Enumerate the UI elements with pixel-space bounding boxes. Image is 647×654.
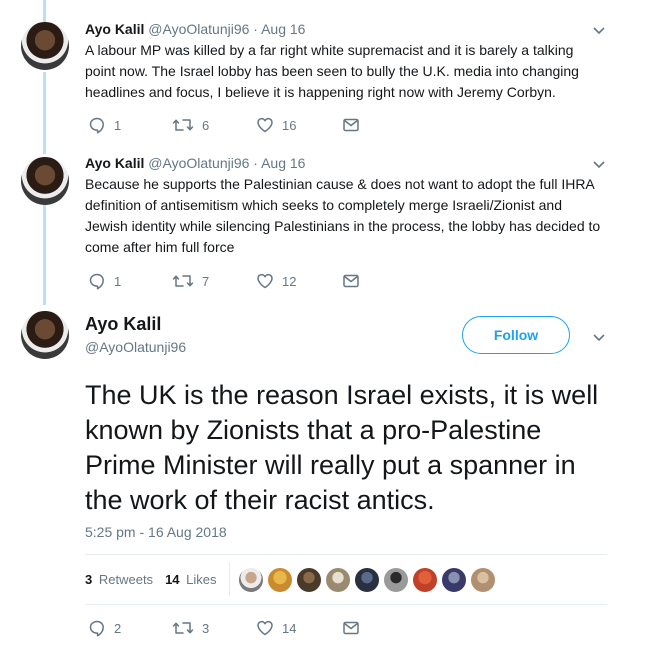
thread-tweet[interactable]: Ayo Kalil @AyoOlatunji96 · Aug 16 A labo… (0, 0, 647, 150)
dm-button[interactable] (342, 619, 360, 637)
tweet-stats: 3 Retweets 14 Likes (85, 572, 217, 587)
reply-count: 1 (114, 117, 122, 133)
retweet-button[interactable]: 7 (172, 272, 256, 290)
tweet-date[interactable]: · Aug 16 (253, 155, 305, 171)
like-icon (257, 273, 273, 289)
tweet-timestamp[interactable]: 5:25 pm - 16 Aug 2018 (85, 524, 227, 540)
liker-avatar[interactable] (470, 567, 496, 593)
chevron-down-icon[interactable] (591, 329, 607, 345)
author-name[interactable]: Ayo Kalil (85, 21, 144, 37)
tweet-text: Because he supports the Palestinian caus… (85, 176, 601, 255)
liker-avatar[interactable] (383, 567, 409, 593)
retweets-stat-count: 3 (85, 572, 93, 587)
dm-icon (343, 118, 359, 132)
like-count: 14 (282, 620, 297, 636)
retweet-count: 7 (202, 273, 210, 289)
like-icon (257, 620, 273, 636)
dm-button[interactable] (342, 116, 360, 134)
thread-tweet[interactable]: Ayo Kalil @AyoOlatunji96 · Aug 16 Becaus… (0, 150, 647, 300)
chevron-down-icon[interactable] (591, 156, 607, 172)
author-handle[interactable]: @AyoOlatunji96 (148, 21, 249, 37)
retweets-stat[interactable]: 3 Retweets (85, 572, 153, 587)
liker-avatar[interactable] (267, 567, 293, 593)
likes-stat-label: Likes (186, 572, 217, 587)
retweet-button[interactable]: 3 (172, 619, 256, 637)
like-count: 16 (282, 117, 297, 133)
likes-stat[interactable]: 14 Likes (165, 572, 216, 587)
reply-icon (89, 273, 104, 290)
chevron-down-icon[interactable] (591, 22, 607, 38)
reply-count: 1 (114, 273, 122, 289)
like-button[interactable]: 16 (256, 116, 342, 134)
liker-avatar[interactable] (441, 567, 467, 593)
retweet-icon (172, 275, 194, 287)
liker-avatar[interactable] (325, 567, 351, 593)
reply-icon (89, 117, 104, 134)
tweet-text: A labour MP was killed by a far right wh… (85, 42, 579, 100)
liker-avatar[interactable] (296, 567, 322, 593)
avatar[interactable] (21, 22, 69, 70)
divider (85, 554, 607, 555)
follow-button[interactable]: Follow (462, 316, 570, 354)
like-button[interactable]: 14 (256, 619, 342, 637)
author-handle[interactable]: @AyoOlatunji96 (148, 155, 249, 171)
dm-icon (343, 621, 359, 635)
avatar[interactable] (21, 157, 69, 205)
main-author-handle[interactable]: @AyoOlatunji96 (85, 339, 186, 355)
liker-avatars (238, 567, 499, 593)
retweet-count: 6 (202, 117, 210, 133)
retweet-count: 3 (202, 620, 210, 636)
like-icon (257, 117, 273, 133)
dm-icon (343, 274, 359, 288)
like-button[interactable]: 12 (256, 272, 342, 290)
likes-stat-count: 14 (165, 572, 180, 587)
divider (229, 562, 230, 596)
main-tweet-text: The UK is the reason Israel exists, it i… (85, 380, 599, 515)
retweet-icon (172, 622, 194, 634)
liker-avatar[interactable] (238, 567, 264, 593)
dm-button[interactable] (342, 272, 360, 290)
reply-button[interactable]: 1 (88, 272, 172, 290)
reply-button[interactable]: 2 (88, 619, 172, 637)
reply-count: 2 (114, 620, 122, 636)
like-count: 12 (282, 273, 297, 289)
liker-avatar[interactable] (412, 567, 438, 593)
author-name[interactable]: Ayo Kalil (85, 155, 144, 171)
retweet-button[interactable]: 6 (172, 116, 256, 134)
reply-icon (89, 620, 104, 637)
main-author-name[interactable]: Ayo Kalil (85, 314, 161, 335)
liker-avatar[interactable] (354, 567, 380, 593)
reply-button[interactable]: 1 (88, 116, 172, 134)
tweet-date[interactable]: · Aug 16 (253, 21, 305, 37)
avatar[interactable] (21, 311, 69, 359)
divider (85, 604, 607, 605)
retweet-icon (172, 119, 194, 131)
retweets-stat-label: Retweets (98, 572, 154, 587)
